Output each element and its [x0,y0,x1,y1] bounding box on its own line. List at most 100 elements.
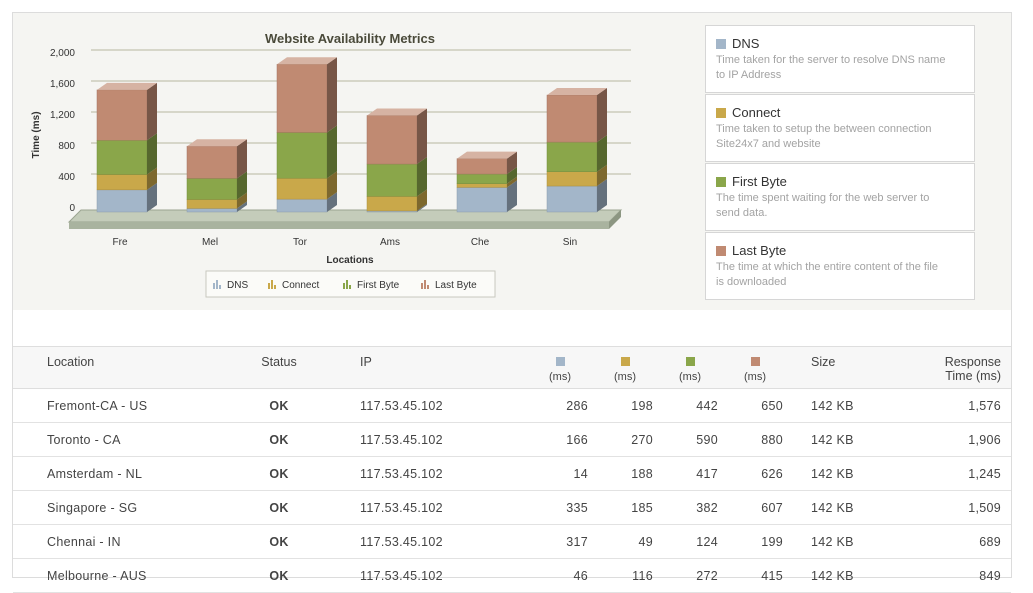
header-dns[interactable]: (ms) [531,346,596,389]
cell-location: Melbourne - AUS [13,558,228,593]
bar-first-byte[interactable] [456,173,508,184]
dns-swatch [716,38,726,49]
bar-dns[interactable] [546,185,598,213]
header-first-byte[interactable]: (ms) [661,346,726,389]
bar-connect[interactable] [456,183,508,188]
legend-desc: The time at which the entire content of … [716,261,938,273]
unit-label: (ms) [744,371,766,383]
cell-dns: 317 [531,524,596,559]
x-axis-label: Locations [326,255,374,266]
cell-connect: 185 [596,490,661,525]
cell-status: OK [228,558,330,593]
legend-icon [421,283,423,289]
cell-last-byte: 607 [726,490,791,525]
bar-first-byte[interactable] [186,178,238,200]
bar-last-byte[interactable] [96,89,148,141]
cell-status: OK [228,388,330,423]
bar-dns[interactable] [186,208,238,213]
cell-ip: 117.53.45.102 [330,388,531,423]
y-tick-label: 1,600 [50,79,75,90]
legend-label: First Byte [357,280,400,291]
header-location[interactable]: Location [13,346,228,389]
legend-icon [219,285,221,289]
cell-connect: 270 [596,422,661,457]
header-ip[interactable]: IP [330,346,531,389]
bar-connect[interactable] [546,171,598,187]
legend-card-last-byte: Last Byte The time at which the entire c… [705,232,975,300]
y-tick-label: 400 [58,172,75,183]
bar-top [187,139,247,147]
bar-last-byte[interactable] [276,64,328,133]
bar-top [367,108,427,116]
chart-title: Website Availability Metrics [265,31,435,46]
bar-first-byte[interactable] [366,163,418,197]
y-tick-label: 1,200 [50,110,75,121]
legend-label: DNS [227,280,248,291]
legend-desc: send data. [716,207,768,219]
y-tick-label: 0 [69,203,75,214]
legend-desc: to IP Address [716,69,782,81]
chart-panel: Website Availability Metrics Time (ms) L… [13,13,1011,310]
table-row[interactable]: Singapore - SG OK 117.53.45.102 335 185 382 60… [13,490,1011,525]
bar-last-byte[interactable] [186,145,238,179]
bar-connect[interactable] [366,196,418,212]
bar-side-first-byte [147,133,157,175]
bar-first-byte[interactable] [546,141,598,172]
bar-dns[interactable] [96,189,148,213]
cell-connect: 188 [596,456,661,491]
cell-connect: 49 [596,524,661,559]
bar-dns[interactable] [276,198,328,213]
legend-title: First Byte [732,174,787,189]
cell-dns: 14 [531,456,596,491]
cell-response-time: 689 [902,524,1011,559]
bar-top [277,57,337,65]
cell-last-byte: 199 [726,524,791,559]
cell-dns: 335 [531,490,596,525]
bar-connect[interactable] [186,199,238,209]
cell-response-time: 1,509 [902,490,1011,525]
cell-last-byte: 415 [726,558,791,593]
bar-last-byte[interactable] [456,158,508,175]
cell-last-byte: 626 [726,456,791,491]
legend-title: Connect [732,105,781,120]
table-row[interactable]: Chennai - IN OK 117.53.45.102 317 49 124 199 14… [13,524,1011,559]
cell-size: 142 KB [791,558,902,593]
bar-last-byte[interactable] [546,94,598,143]
metric-legend-panel: DNS Time taken for the server to resolve… [705,25,975,301]
header-response-time[interactable]: Response Time (ms) [902,346,1011,389]
cell-ip: 117.53.45.102 [330,422,531,457]
header-last-byte[interactable]: (ms) [726,346,791,389]
cell-last-byte: 880 [726,422,791,457]
header-connect[interactable]: (ms) [596,346,661,389]
table-row[interactable]: Fremont-CA - US OK 117.53.45.102 286 198 442 6… [13,388,1011,423]
bar-last-byte[interactable] [366,115,418,165]
cell-first-byte: 442 [661,388,726,423]
header-size[interactable]: Size [791,346,902,389]
bar-first-byte[interactable] [96,139,148,175]
header-status[interactable]: Status [228,346,330,389]
table-row[interactable]: Amsterdam - NL OK 117.53.45.102 14 188 417 626… [13,456,1011,491]
cell-ip: 117.53.45.102 [330,490,531,525]
dns-swatch [555,357,565,366]
cell-size: 142 KB [791,422,902,457]
legend-icon [424,280,426,289]
table-row[interactable]: Melbourne - AUS OK 117.53.45.102 46 116 272 41… [13,558,1011,593]
cell-size: 142 KB [791,388,902,423]
cell-ip: 117.53.45.102 [330,456,531,491]
bar-side-first-byte [327,125,337,179]
legend-icon [343,283,345,289]
header-response-line1: Response [944,355,1001,369]
bar-side-last-byte [327,57,337,133]
cell-dns: 166 [531,422,596,457]
bar-dns[interactable] [456,187,508,213]
x-tick-label: Fre [113,237,128,248]
bar-connect[interactable] [96,174,148,191]
legend-desc: The time spent waiting for the web serve… [716,192,930,204]
last-byte-swatch [716,245,726,256]
bar-connect[interactable] [276,177,328,200]
cell-dns: 46 [531,558,596,593]
table-row[interactable]: Toronto - CA OK 117.53.45.102 166 270 590 880 1… [13,422,1011,457]
connect-swatch [620,357,630,366]
bar-first-byte[interactable] [276,132,328,179]
cell-size: 142 KB [791,456,902,491]
